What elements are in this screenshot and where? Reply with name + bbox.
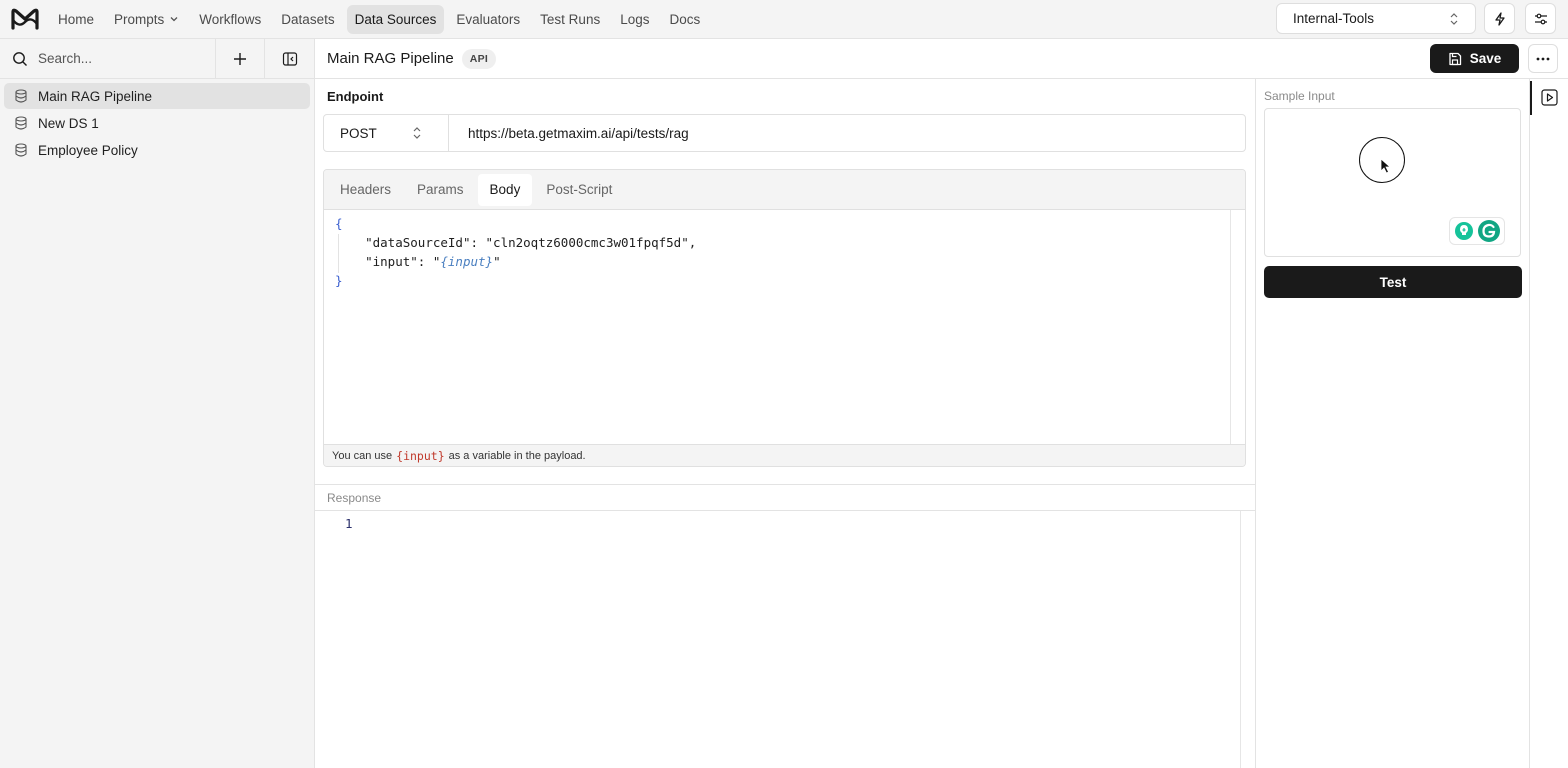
sample-input-field[interactable] [1264, 108, 1521, 257]
hint-prefix: You can use [332, 449, 393, 462]
sample-input-label: Sample Input [1264, 89, 1335, 103]
grammarly-icon [1477, 220, 1500, 242]
body-code-editor[interactable]: { "dataSourceId": "cln2oqtz6000cmc3w01fp… [324, 210, 1231, 446]
sidebar-collapse-icon [282, 51, 297, 66]
sidebar-item-main-rag-pipeline[interactable]: Main RAG Pipeline [4, 83, 310, 109]
sliders-icon [1534, 13, 1547, 24]
code-key-datasourceid: "dataSourceId": [365, 235, 486, 250]
hint-variable: {input} [396, 448, 445, 463]
sidebar-item-label: Employee Policy [38, 142, 138, 158]
sidebar: Main RAG Pipeline New DS 1 Employee Poli… [0, 39, 315, 768]
sidebar-item-employee-policy[interactable]: Employee Policy [4, 137, 310, 163]
save-icon [1449, 52, 1461, 65]
code-close-brace: } [335, 273, 343, 288]
tab-params[interactable]: Params [405, 174, 476, 206]
sidebar-toolbar [0, 39, 314, 79]
quick-actions-button[interactable] [1484, 3, 1515, 34]
nav-data-sources-label: Data Sources [354, 11, 437, 27]
code-key-input: "input": " [365, 254, 441, 269]
nav-prompts[interactable]: Prompts [106, 5, 187, 34]
sample-input-panel: Sample Input Test [1255, 79, 1530, 768]
more-options-button[interactable] [1528, 44, 1558, 73]
page-header: Main RAG Pipeline API Save [315, 39, 1568, 79]
nav-docs-label: Docs [669, 11, 701, 27]
response-scrollbar[interactable] [1240, 511, 1255, 768]
request-tabs: Headers Params Body Post-Script [324, 170, 1245, 210]
sidebar-search [0, 39, 216, 78]
right-toolstrip [1530, 79, 1568, 768]
more-horizontal-icon [1536, 57, 1550, 60]
search-input[interactable] [38, 51, 198, 66]
nav-items: Home Prompts Workflows Datasets Data Sou… [50, 4, 708, 34]
nav-logs[interactable]: Logs [612, 5, 657, 34]
nav-home[interactable]: Home [50, 5, 102, 34]
tab-body[interactable]: Body [477, 173, 533, 206]
plus-icon [234, 52, 246, 65]
nav-home-label: Home [58, 11, 95, 27]
code-open-brace: { [335, 216, 343, 231]
tab-headers[interactable]: Headers [328, 174, 403, 206]
endpoint-row: POST https://beta.getmaxim.ai/api/tests/… [323, 114, 1246, 152]
grammarly-widget[interactable] [1449, 217, 1505, 245]
method-value: POST [340, 125, 377, 141]
code-input-variable: {input} [440, 254, 494, 269]
url-input[interactable]: https://beta.getmaxim.ai/api/tests/rag [449, 115, 689, 151]
tab-post-script[interactable]: Post-Script [534, 174, 624, 206]
maxim-logo[interactable] [0, 0, 50, 38]
active-indicator [1530, 81, 1532, 115]
line-number: 1 [345, 516, 353, 531]
add-data-source-button[interactable] [216, 39, 265, 78]
lightning-icon [1494, 11, 1505, 26]
search-icon [13, 51, 27, 66]
indent-guide [338, 234, 339, 273]
play-panel-icon[interactable] [1541, 89, 1558, 106]
save-label: Save [1469, 51, 1502, 66]
chevron-down-icon [170, 17, 178, 22]
nav-prompts-label: Prompts [114, 11, 165, 27]
mouse-pointer-icon [1380, 158, 1392, 174]
top-nav: Home Prompts Workflows Datasets Data Sou… [0, 0, 1568, 39]
collapse-sidebar-button[interactable] [265, 39, 314, 78]
sidebar-item-new-ds-1[interactable]: New DS 1 [4, 110, 310, 136]
code-quote: " [493, 254, 501, 269]
lightbulb-icon [1454, 222, 1473, 240]
test-button[interactable]: Test [1264, 266, 1522, 298]
nav-datasets[interactable]: Datasets [273, 5, 342, 34]
logo-icon [11, 8, 39, 30]
database-icon [15, 116, 27, 130]
nav-evaluators[interactable]: Evaluators [448, 5, 528, 34]
settings-button[interactable] [1525, 3, 1556, 34]
code-value-datasourceid: "cln2oqtz6000cmc3w01fpqf5d", [485, 235, 697, 250]
data-source-list: Main RAG Pipeline New DS 1 Employee Poli… [0, 79, 314, 168]
workspace-select[interactable]: Internal-Tools [1276, 3, 1476, 34]
request-editor: Headers Params Body Post-Script { "dataS… [323, 169, 1246, 467]
nav-datasets-label: Datasets [281, 11, 335, 27]
hint-suffix: as a variable in the payload. [448, 449, 586, 462]
nav-logs-label: Logs [620, 11, 650, 27]
nav-test-runs[interactable]: Test Runs [532, 5, 608, 34]
nav-test-runs-label: Test Runs [540, 11, 601, 27]
payload-hint: You can use {input} as a variable in the… [324, 444, 1245, 466]
response-label: Response [327, 491, 382, 505]
type-badge: API [461, 48, 497, 69]
page-title: Main RAG Pipeline [327, 50, 454, 67]
endpoint-label: Endpoint [327, 89, 384, 104]
save-button[interactable]: Save [1430, 44, 1519, 73]
sidebar-item-label: Main RAG Pipeline [38, 88, 153, 104]
nav-data-sources[interactable]: Data Sources [346, 4, 445, 34]
response-editor[interactable]: 1 [315, 511, 1240, 768]
chevron-up-down-icon [413, 127, 421, 139]
nav-evaluators-label: Evaluators [456, 11, 521, 27]
nav-workflows[interactable]: Workflows [191, 5, 269, 34]
nav-workflows-label: Workflows [199, 11, 262, 27]
sidebar-item-label: New DS 1 [38, 115, 99, 131]
divider [315, 484, 1255, 485]
editor-scrollbar[interactable] [1230, 210, 1245, 446]
nav-docs[interactable]: Docs [661, 5, 708, 34]
database-icon [15, 143, 27, 157]
database-icon [15, 89, 27, 103]
method-select[interactable]: POST [324, 115, 449, 151]
chevron-up-down-icon [1450, 12, 1458, 25]
workspace-name: Internal-Tools [1293, 11, 1375, 26]
